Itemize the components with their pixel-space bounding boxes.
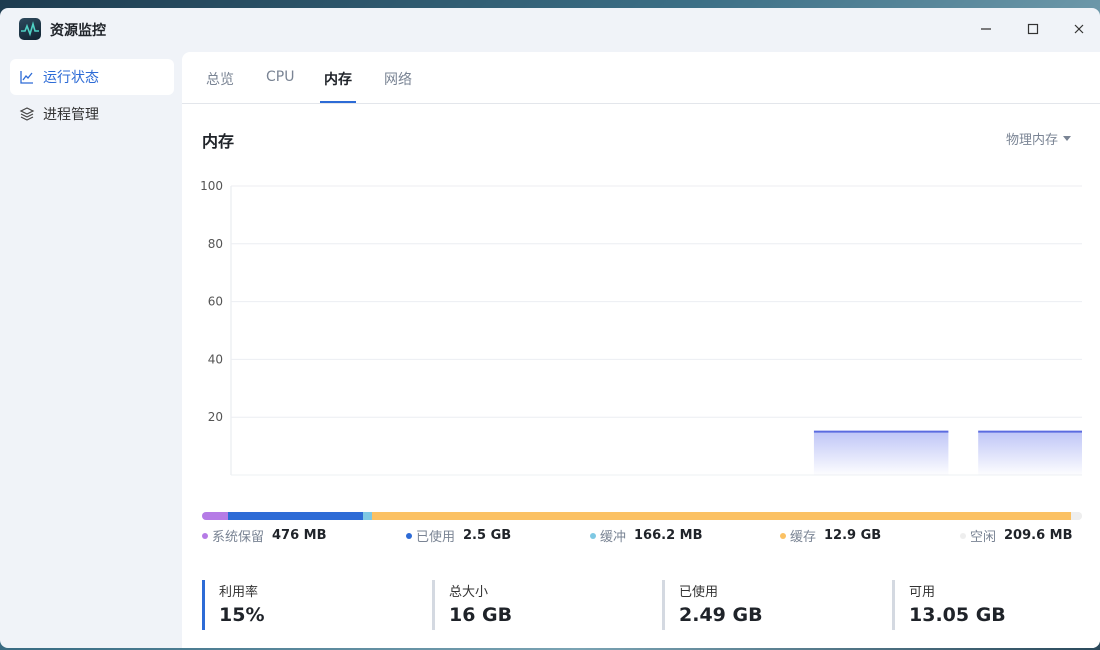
line-chart-icon <box>19 69 35 85</box>
sidebar-item-process[interactable]: 进程管理 <box>10 96 174 132</box>
legend-dot-icon <box>406 532 412 539</box>
tab-overview[interactable]: 总览 <box>206 69 234 89</box>
legend-label: 空闲 <box>970 530 997 545</box>
y-tick-label: 20 <box>208 410 223 424</box>
stat-utilization: 利用率 15% <box>202 580 402 630</box>
legend-dot-icon <box>780 532 786 539</box>
legend-item-free: 空闲 209.6 MB <box>960 526 1073 545</box>
sidebar-item-status[interactable]: 运行状态 <box>10 59 174 95</box>
legend-label: 系统保留 <box>212 530 265 545</box>
memory-legend: 系统保留 476 MB 已使用 2.5 GB 缓冲 166.2 MB 缓存 12.9 GB 空闲… <box>202 526 1082 546</box>
window-title: 资源监控 <box>50 23 106 39</box>
active-tab-indicator <box>320 101 356 103</box>
stat-value: 16 GB <box>449 604 513 626</box>
stat-label: 总大小 <box>449 585 489 600</box>
close-icon[interactable] <box>1064 16 1094 42</box>
main-content: 总览 CPU 内存 网络 内存 物理内存 100 80 60 40 20 系统保留 476… <box>182 52 1100 648</box>
tab-memory[interactable]: 内存 <box>324 69 352 89</box>
stat-used: 已使用 2.49 GB <box>662 580 862 630</box>
memory-bar-buffer <box>363 512 372 520</box>
legend-label: 已使用 <box>416 530 456 545</box>
chevron-down-icon <box>1063 136 1072 141</box>
stat-total-size: 总大小 16 GB <box>432 580 632 630</box>
resource-monitor-icon <box>19 18 41 40</box>
stat-value: 13.05 GB <box>909 604 1006 626</box>
legend-item-system-reserved: 系统保留 476 MB <box>202 526 327 545</box>
memory-bar-system-reserved <box>202 512 228 520</box>
usage-area <box>978 431 1082 475</box>
memory-bar-used <box>227 512 364 520</box>
memory-composition-bar <box>202 512 1082 520</box>
legend-label: 缓存 <box>790 530 817 545</box>
memory-bar-cache <box>371 512 1072 520</box>
y-tick-label: 60 <box>208 295 223 309</box>
legend-item-used: 已使用 2.5 GB <box>406 526 511 545</box>
legend-value: 2.5 GB <box>463 528 512 543</box>
memory-type-dropdown[interactable]: 物理内存 <box>1006 129 1072 148</box>
y-tick-label: 40 <box>208 352 223 366</box>
tab-cpu[interactable]: CPU <box>266 69 294 85</box>
section-title: 内存 <box>202 132 235 151</box>
sidebar: 运行状态 进程管理 <box>0 52 182 648</box>
legend-item-cache: 缓存 12.9 GB <box>780 526 881 545</box>
memory-bar-free <box>1071 512 1082 520</box>
stat-label: 可用 <box>909 585 936 600</box>
legend-value: 209.6 MB <box>1004 528 1073 543</box>
memory-usage-chart: 100 80 60 40 20 <box>200 179 1082 476</box>
legend-value: 476 MB <box>272 528 327 543</box>
legend-dot-icon <box>590 532 596 539</box>
legend-value: 12.9 GB <box>824 528 882 543</box>
sidebar-item-label: 运行状态 <box>43 70 99 86</box>
title-bar: 资源监控 <box>0 8 1100 52</box>
dropdown-label: 物理内存 <box>1006 133 1059 148</box>
tab-bar: 总览 CPU 内存 网络 <box>182 52 1100 104</box>
stat-value: 2.49 GB <box>679 604 763 626</box>
legend-value: 166.2 MB <box>634 528 703 543</box>
layers-icon <box>19 106 35 122</box>
legend-dot-icon <box>960 532 966 539</box>
sidebar-item-label: 进程管理 <box>43 107 99 123</box>
tab-network[interactable]: 网络 <box>384 69 412 89</box>
y-tick-label: 80 <box>208 237 223 251</box>
stat-available: 可用 13.05 GB <box>892 580 1092 630</box>
usage-area <box>813 431 949 475</box>
app-window: 资源监控 运行状态 进程管理 总览 CPU 内存 网络 内存 物理内存 100 … <box>0 8 1100 648</box>
legend-dot-icon <box>202 532 208 539</box>
legend-label: 缓冲 <box>600 530 627 545</box>
maximize-icon[interactable] <box>1018 16 1048 42</box>
legend-item-buffer: 缓冲 166.2 MB <box>590 526 703 545</box>
minimize-icon[interactable] <box>971 16 1001 42</box>
stat-label: 利用率 <box>219 585 259 600</box>
stat-label: 已使用 <box>679 585 719 600</box>
y-tick-label: 100 <box>200 179 223 193</box>
stat-value: 15% <box>219 604 265 626</box>
